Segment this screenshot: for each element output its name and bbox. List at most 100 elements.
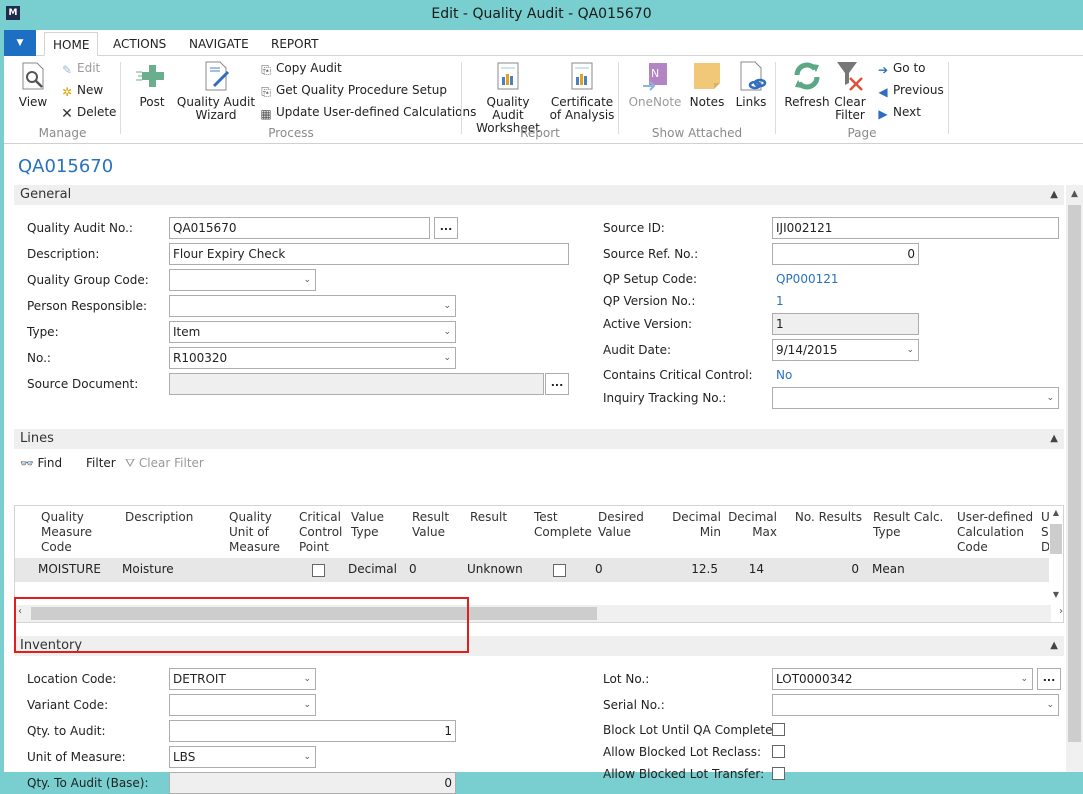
quality-audit-worksheet-button[interactable]: Quality Audit Worksheet: [470, 60, 546, 135]
column-header[interactable]: No. Results: [790, 510, 862, 525]
qp-setup-code-link[interactable]: QP000121: [776, 272, 839, 286]
general-section-header[interactable]: General ▲: [14, 185, 1064, 205]
lot-no-lookup-button[interactable]: ...: [1037, 668, 1061, 690]
inquiry-tracking-no-select[interactable]: ⌄: [772, 387, 1059, 409]
refresh-button[interactable]: Refresh: [784, 60, 830, 109]
group-label-report: Report: [520, 126, 560, 140]
table-row[interactable]: MOISTURE Moisture Decimal 0 Unknown 0 12…: [15, 558, 1051, 582]
inquiry-tracking-no-label: Inquiry Tracking No.:: [603, 391, 727, 405]
unit-of-measure-select[interactable]: LBS ⌄: [169, 746, 316, 768]
source-document-lookup-button[interactable]: ...: [545, 373, 569, 395]
app-menu-button[interactable]: ▼: [4, 30, 36, 56]
quality-group-code-select[interactable]: ⌄: [169, 269, 316, 291]
no-value: R100320: [173, 351, 228, 365]
previous-button[interactable]: ◀ Previous: [876, 80, 943, 100]
column-header[interactable]: Result Value: [412, 510, 449, 540]
source-document-field[interactable]: [169, 373, 544, 395]
column-header[interactable]: Result Calc. Type: [873, 510, 943, 540]
next-button[interactable]: ▶ Next: [876, 102, 921, 122]
critical-control-checkbox[interactable]: [312, 564, 325, 577]
qty-to-audit-field[interactable]: 1: [169, 720, 456, 742]
worksheet-label-1: Quality Audit: [486, 95, 530, 122]
scroll-right-icon[interactable]: ›: [1059, 606, 1063, 617]
copy-audit-button[interactable]: ⎘ Copy Audit: [259, 58, 342, 78]
scroll-up-icon[interactable]: ▲: [1049, 508, 1063, 517]
delete-button[interactable]: ✕ Delete: [60, 102, 116, 122]
view-button[interactable]: View: [16, 60, 50, 109]
get-quality-procedure-setup-button[interactable]: ⎘ Get Quality Procedure Setup: [259, 80, 447, 100]
source-id-field[interactable]: IJI002121: [772, 217, 1059, 239]
content-area: QA015670 General ▲ Quality Audit No.: QA…: [4, 145, 1083, 794]
post-button[interactable]: Post: [135, 60, 169, 109]
column-header[interactable]: Result: [470, 510, 507, 525]
chevron-down-icon: ⌄: [443, 301, 451, 311]
quality-audit-no-field[interactable]: QA015670: [169, 217, 430, 239]
scroll-down-icon[interactable]: ▼: [1049, 590, 1063, 599]
chevron-down-icon: ⌄: [1046, 393, 1054, 403]
column-header[interactable]: Decimal Min: [665, 510, 721, 540]
column-header[interactable]: Quality Measure Code: [41, 510, 92, 555]
source-ref-no-field[interactable]: 0: [772, 243, 919, 265]
grid-vertical-scrollbar[interactable]: ▲ ▼: [1049, 506, 1063, 606]
location-code-select[interactable]: DETROIT ⌄: [169, 668, 316, 690]
collapse-icon[interactable]: ▲: [1050, 429, 1058, 449]
tab-actions[interactable]: ACTIONS: [105, 32, 174, 56]
chevron-down-icon: ⌄: [303, 752, 311, 762]
column-header[interactable]: Desired Value: [598, 510, 644, 540]
certificate-of-analysis-button[interactable]: Certificate of Analysis: [548, 60, 616, 122]
no-label: No.:: [27, 351, 51, 365]
qp-version-no-link[interactable]: 1: [776, 294, 784, 308]
column-header[interactable]: Critical Control Point: [299, 510, 342, 555]
clear-filter-icon: ⛛: [125, 456, 136, 470]
variant-code-select[interactable]: ⌄: [169, 694, 316, 716]
audit-date-field[interactable]: 9/14/2015 ⌄: [772, 339, 919, 361]
cell-decimal-min: 12.5: [691, 562, 718, 576]
find-button[interactable]: 👓 Find: [20, 456, 62, 470]
serial-no-select[interactable]: ⌄: [772, 694, 1059, 716]
group-page: Refresh Clear Filter ➔ Go to ◀ Previous ▶ N…: [776, 56, 948, 144]
tab-navigate[interactable]: NAVIGATE: [181, 32, 257, 56]
scroll-thumb[interactable]: [1050, 524, 1062, 554]
tab-home[interactable]: HOME: [44, 32, 99, 56]
column-header[interactable]: User-defined Calculation Code: [957, 510, 1033, 555]
description-field[interactable]: Flour Expiry Check: [169, 243, 569, 265]
qp-setup-code-label: QP Setup Code:: [603, 272, 698, 286]
person-responsible-select[interactable]: ⌄: [169, 295, 456, 317]
contains-critical-control-value[interactable]: No: [776, 368, 792, 382]
quality-audit-wizard-button[interactable]: Quality Audit Wizard: [176, 60, 256, 122]
window-title: Edit - Quality Audit - QA015670: [431, 6, 652, 22]
column-header[interactable]: Value Type: [351, 510, 384, 540]
collapse-icon[interactable]: ▲: [1050, 185, 1058, 205]
allow-transfer-checkbox[interactable]: [772, 767, 785, 780]
lot-no-select[interactable]: LOT0000342 ⌄: [772, 668, 1033, 690]
notes-button[interactable]: Notes: [687, 60, 727, 109]
page-vertical-scrollbar[interactable]: ▲: [1066, 185, 1083, 772]
allow-reclass-checkbox[interactable]: [772, 745, 785, 758]
new-button[interactable]: ✲ New: [60, 80, 103, 100]
collapse-icon[interactable]: ▲: [1050, 636, 1058, 656]
go-to-button[interactable]: ➔ Go to: [876, 58, 926, 78]
test-complete-checkbox[interactable]: [553, 564, 566, 577]
column-header[interactable]: Decimal Max: [721, 510, 777, 540]
column-header[interactable]: Quality Unit of Measure: [229, 510, 280, 555]
scroll-thumb[interactable]: [1068, 205, 1081, 742]
scroll-up-icon[interactable]: ▲: [1066, 185, 1083, 203]
onenote-button[interactable]: N OneNote: [627, 60, 683, 109]
edit-button[interactable]: ✎ Edit: [60, 58, 100, 78]
clear-filter-icon: [834, 60, 866, 92]
source-document-label: Source Document:: [27, 377, 139, 391]
clear-filter-button[interactable]: Clear Filter: [832, 60, 868, 122]
column-header[interactable]: Test Complete: [534, 510, 592, 540]
block-lot-checkbox[interactable]: [772, 723, 785, 736]
no-select[interactable]: R100320 ⌄: [169, 347, 456, 369]
column-header[interactable]: Description: [125, 510, 193, 525]
delete-icon: ✕: [61, 106, 73, 122]
tab-report[interactable]: REPORT: [263, 32, 326, 56]
update-calculations-button[interactable]: ▦ Update User-defined Calculations: [259, 102, 476, 122]
quality-audit-no-lookup-button[interactable]: ...: [434, 217, 458, 239]
links-button[interactable]: Links: [731, 60, 771, 109]
type-select[interactable]: Item ⌄: [169, 321, 456, 343]
clear-filter-lines-button[interactable]: ⛛ Clear Filter: [125, 456, 204, 471]
lines-section-header[interactable]: Lines ▲: [14, 429, 1064, 449]
filter-button[interactable]: Filter: [86, 456, 116, 470]
